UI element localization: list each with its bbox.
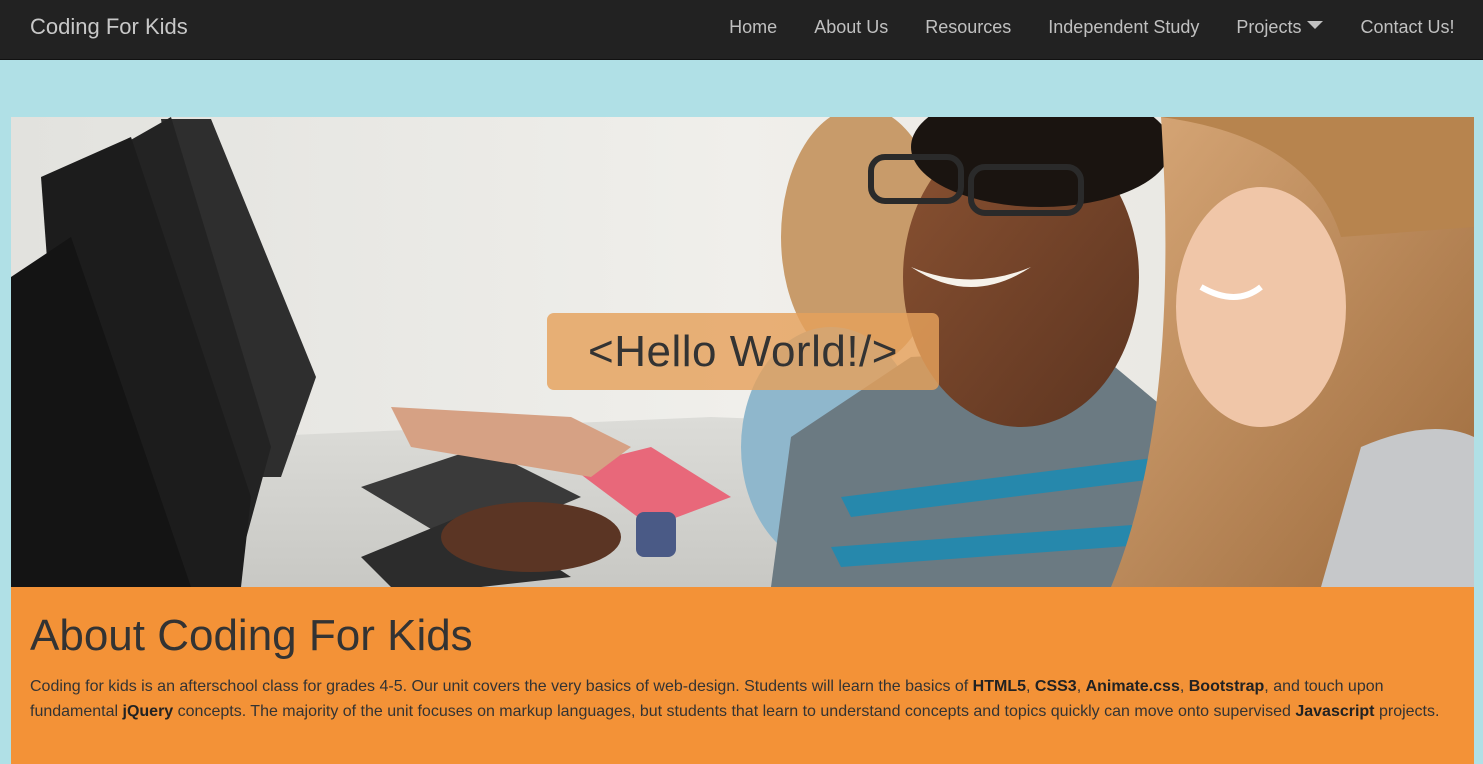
tech-bootstrap: Bootstrap	[1188, 678, 1265, 695]
tech-html5: HTML5	[972, 678, 1026, 695]
nav-item-home: Home	[711, 0, 796, 56]
about-section: About Coding For Kids Coding for kids is…	[11, 587, 1474, 764]
nav-link-independent-study[interactable]: Independent Study	[1030, 0, 1218, 54]
about-text-2: ,	[1026, 678, 1035, 695]
tech-animate-css: Animate.css	[1085, 678, 1180, 695]
nav-link-resources[interactable]: Resources	[907, 0, 1030, 54]
nav-dropdown-projects-label: Projects	[1236, 16, 1302, 37]
top-navbar: Coding For Kids Home About Us Resources …	[0, 0, 1483, 60]
hello-world-banner: <Hello World!/>	[547, 313, 939, 390]
hello-world-text: <Hello World!/>	[588, 326, 898, 376]
nav-menu: Home About Us Resources Independent Stud…	[711, 0, 1473, 56]
nav-item-contact-us: Contact Us!	[1342, 0, 1473, 56]
caret-down-icon	[1307, 21, 1324, 29]
nav-item-projects: Projects	[1218, 0, 1342, 56]
about-text-7: projects.	[1374, 703, 1440, 720]
about-text-6: concepts. The majority of the unit focus…	[173, 703, 1296, 720]
nav-item-independent-study: Independent Study	[1030, 0, 1218, 56]
brand-link[interactable]: Coding For Kids	[30, 0, 188, 56]
tech-css3: CSS3	[1034, 678, 1077, 695]
about-text-1: Coding for kids is an afterschool class …	[30, 678, 973, 695]
nav-link-home[interactable]: Home	[711, 0, 796, 54]
hero-section: <Hello World!/>	[11, 117, 1474, 587]
about-text-3: ,	[1076, 678, 1086, 695]
nav-link-about-us[interactable]: About Us	[796, 0, 907, 54]
about-paragraph: Coding for kids is an afterschool class …	[30, 674, 1455, 724]
about-heading: About Coding For Kids	[30, 611, 473, 660]
nav-item-resources: Resources	[907, 0, 1030, 56]
nav-item-about-us: About Us	[796, 0, 907, 56]
nav-dropdown-projects[interactable]: Projects	[1218, 0, 1342, 54]
tech-javascript: Javascript	[1295, 703, 1375, 720]
nav-link-contact-us[interactable]: Contact Us!	[1342, 0, 1473, 54]
tech-jquery: jQuery	[122, 703, 174, 720]
about-text-4: ,	[1179, 678, 1189, 695]
